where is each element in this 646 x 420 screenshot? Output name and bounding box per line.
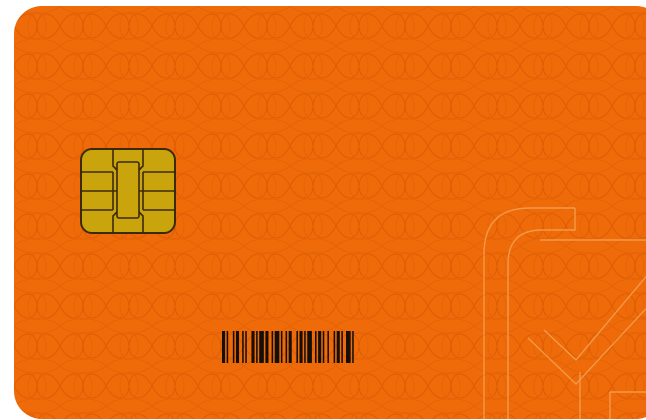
barcode-bar xyxy=(265,331,269,363)
barcode-bar xyxy=(307,331,312,363)
barcode-bar xyxy=(336,331,340,363)
checkmark-logo-icon xyxy=(483,207,646,419)
barcode-bar xyxy=(280,331,283,363)
barcode-bar xyxy=(226,331,229,363)
barcode-bar xyxy=(251,331,255,363)
barcode-bar xyxy=(256,331,258,363)
barcode-bar xyxy=(288,331,292,363)
barcode-bar xyxy=(296,331,298,363)
barcode-bar xyxy=(341,331,343,363)
barcode-bar xyxy=(274,331,280,363)
barcode-bar xyxy=(232,331,235,363)
barcode-bar xyxy=(271,331,274,363)
barcode-bar xyxy=(346,331,351,363)
barcode-bar xyxy=(322,331,325,363)
barcode-bar xyxy=(259,331,264,363)
barcode-bar xyxy=(327,331,329,363)
barcode-bar xyxy=(222,331,226,363)
barcode-bar xyxy=(245,331,247,363)
barcode-bar xyxy=(285,331,288,363)
payment-card xyxy=(14,6,646,419)
barcode-bar xyxy=(333,331,336,363)
card-screen xyxy=(0,0,646,420)
barcode-bar xyxy=(352,331,354,363)
barcode-icon xyxy=(222,331,354,363)
barcode-bar xyxy=(304,331,306,363)
emv-chip-icon xyxy=(80,148,176,234)
barcode-bar xyxy=(235,331,240,363)
barcode-bar xyxy=(299,331,303,363)
barcode-bar xyxy=(318,331,322,363)
barcode-bar xyxy=(242,331,244,363)
barcode-bar xyxy=(315,331,317,363)
